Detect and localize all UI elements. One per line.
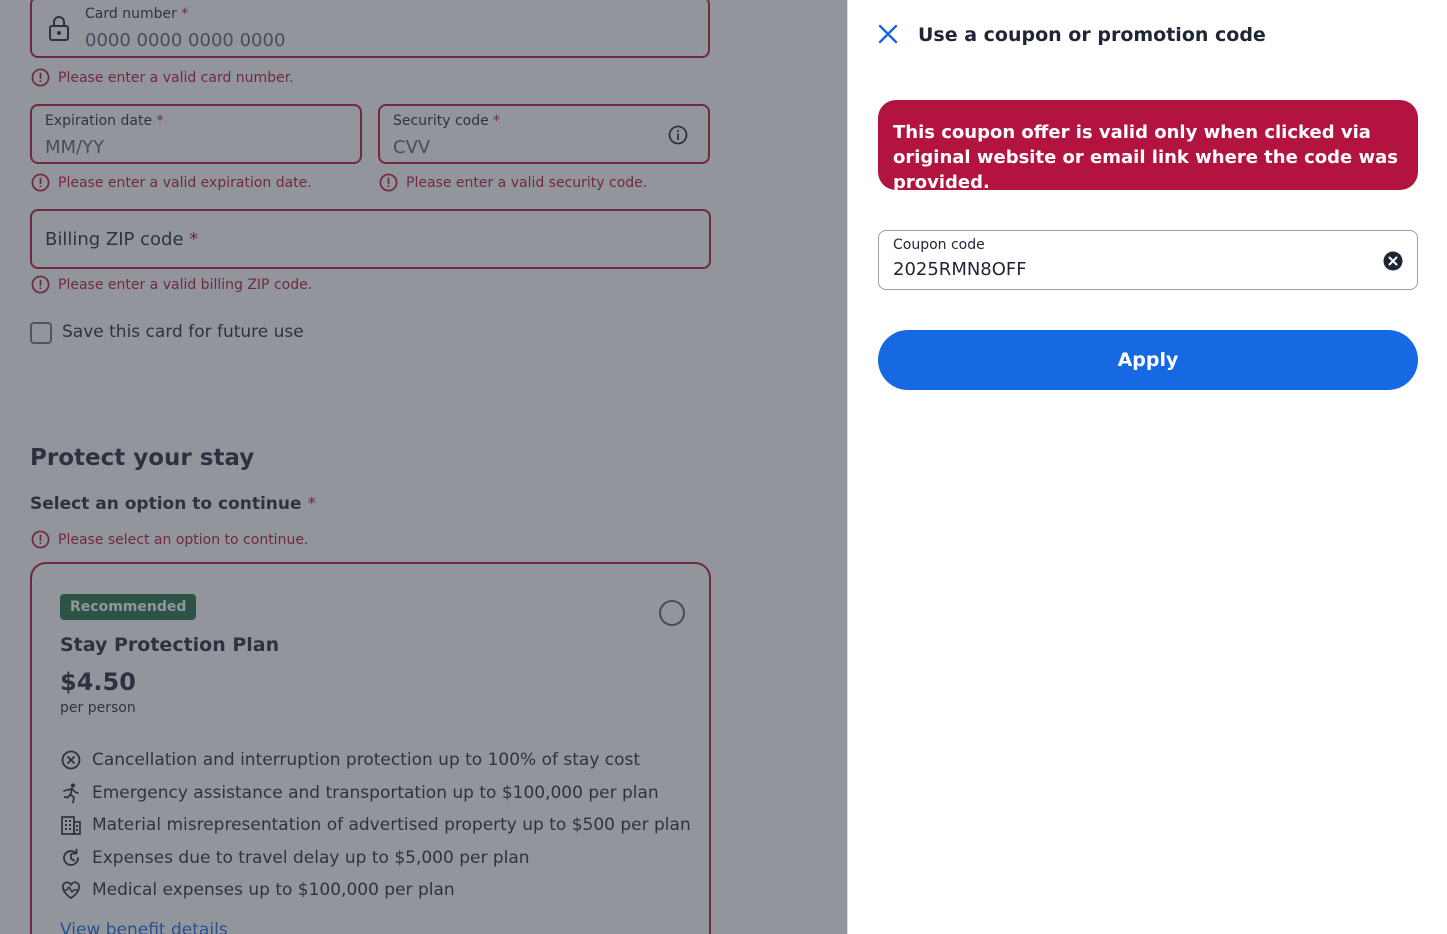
billing-zip-field[interactable]: Billing ZIP code * xyxy=(30,209,711,269)
clock-refresh-icon xyxy=(63,848,79,866)
expiration-date-label: Expiration date * xyxy=(45,113,164,129)
protect-heading: Protect your stay xyxy=(30,445,255,471)
save-card-checkbox[interactable] xyxy=(30,322,52,344)
card-number-field[interactable]: Card number * 0000 0000 0000 0000 xyxy=(30,0,710,58)
plan-price: $4.50 xyxy=(60,668,136,696)
view-benefit-details-link[interactable]: View benefit details xyxy=(60,920,228,934)
card-number-error: Please enter a valid card number. xyxy=(31,68,294,87)
close-button[interactable] xyxy=(876,22,900,46)
recommended-badge: Recommended xyxy=(60,594,197,620)
lock-icon xyxy=(48,14,70,46)
card-number-placeholder: 0000 0000 0000 0000 xyxy=(85,30,286,51)
coupon-code-label: Coupon code xyxy=(893,237,985,253)
security-code-placeholder: CVV xyxy=(393,137,431,158)
expiration-date-placeholder: MM/YY xyxy=(45,137,105,158)
card-number-label: Card number * xyxy=(85,6,189,22)
plan-title: Stay Protection Plan xyxy=(60,634,280,656)
error-icon xyxy=(31,530,50,549)
list-item: Expenses due to travel delay up to $5,00… xyxy=(60,842,691,875)
billing-zip-label: Billing ZIP code * xyxy=(45,229,199,250)
billing-zip-error: Please enter a valid billing ZIP code. xyxy=(31,275,312,294)
plan-radio[interactable] xyxy=(659,600,685,626)
running-person-icon xyxy=(63,783,79,804)
security-code-field[interactable]: Security code * CVV xyxy=(378,104,710,164)
security-code-error: Please enter a valid security code. xyxy=(379,173,647,192)
building-icon xyxy=(61,816,81,836)
list-item: Emergency assistance and transportation … xyxy=(60,777,691,810)
checkout-form: Card number * 0000 0000 0000 0000 Please… xyxy=(0,0,847,934)
apply-button[interactable]: Apply xyxy=(878,330,1418,390)
select-option-error: Please select an option to continue. xyxy=(31,530,308,549)
coupon-panel: Use a coupon or promotion code This coup… xyxy=(847,0,1447,934)
save-card-label[interactable]: Save this card for future use xyxy=(62,322,304,342)
plan-price-unit: per person xyxy=(60,700,136,716)
cancel-circle-icon xyxy=(61,750,81,770)
security-code-label: Security code * xyxy=(393,113,501,129)
stay-protection-plan-card[interactable]: Recommended Stay Protection Plan $4.50 p… xyxy=(30,562,711,934)
info-icon[interactable] xyxy=(668,125,688,149)
expiration-date-field[interactable]: Expiration date * MM/YY xyxy=(30,104,362,164)
coupon-code-input[interactable] xyxy=(893,259,1363,280)
clear-icon xyxy=(1383,251,1403,271)
error-icon xyxy=(379,173,398,192)
close-icon xyxy=(878,24,898,44)
benefit-list: Cancellation and interruption protection… xyxy=(60,744,691,907)
coupon-code-field[interactable]: Coupon code xyxy=(878,230,1418,290)
list-item: Medical expenses up to $100,000 per plan xyxy=(60,874,691,907)
select-option-label: Select an option to continue * xyxy=(30,494,316,514)
clear-input-button[interactable] xyxy=(1383,251,1403,271)
list-item: Cancellation and interruption protection… xyxy=(60,744,691,777)
expiration-date-error: Please enter a valid expiration date. xyxy=(31,173,312,192)
heartbeat-icon xyxy=(62,881,80,900)
error-icon xyxy=(31,68,50,87)
coupon-alert: This coupon offer is valid only when cli… xyxy=(878,100,1418,193)
error-icon xyxy=(31,173,50,192)
panel-title: Use a coupon or promotion code xyxy=(918,24,1266,46)
error-icon xyxy=(31,275,50,294)
list-item: Material misrepresentation of advertised… xyxy=(60,809,691,842)
